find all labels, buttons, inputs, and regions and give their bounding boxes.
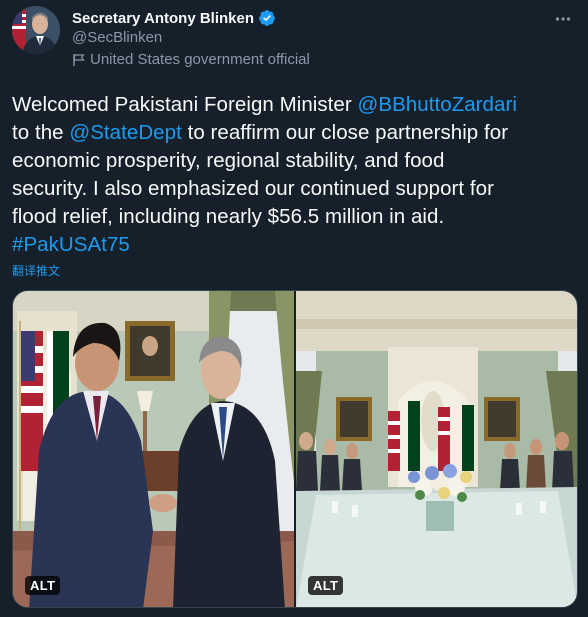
tweet-text-segment: to the bbox=[12, 121, 70, 144]
hashtag-link[interactable]: #PakUSAt75 bbox=[12, 233, 130, 256]
author-avatar[interactable] bbox=[12, 6, 60, 54]
alt-text-badge-right[interactable]: ALT bbox=[308, 576, 344, 595]
tweet-text-line: to the @StateDept to reaffirm our close … bbox=[12, 119, 578, 147]
tweet-text-segment: flood relief, including nearly $56.5 mil… bbox=[12, 205, 445, 228]
tweet-text: Welcomed Pakistani Foreign Minister @BBh… bbox=[12, 91, 578, 259]
photo-handshake[interactable]: ALT bbox=[13, 291, 294, 607]
tweet-text-segment: to reaffirm our close partnership for bbox=[181, 121, 509, 144]
tweet-text-segment: economic prosperity, regional stability,… bbox=[12, 149, 445, 172]
government-label-text: United States government official bbox=[90, 51, 310, 68]
tweet-text-line: #PakUSAt75 bbox=[12, 231, 578, 259]
tweet-text-line: security. I also emphasized our continue… bbox=[12, 175, 578, 203]
mention-link[interactable]: @StateDept bbox=[69, 121, 181, 144]
government-label: United States government official bbox=[72, 51, 310, 68]
author-name-row[interactable]: Secretary Antony Blinken bbox=[72, 7, 276, 29]
tweet-text-segment: security. I also emphasized our continue… bbox=[12, 177, 494, 200]
flag-icon bbox=[73, 53, 85, 66]
author-display-name[interactable]: Secretary Antony Blinken bbox=[72, 10, 254, 27]
mention-link[interactable]: @BBhuttoZardari bbox=[358, 93, 517, 116]
verified-badge-icon bbox=[259, 10, 275, 26]
tweet-text-line: Welcomed Pakistani Foreign Minister @BBh… bbox=[12, 91, 578, 119]
tweet-text-segment: Welcomed Pakistani Foreign Minister bbox=[12, 93, 358, 116]
author-handle[interactable]: @SecBlinken bbox=[72, 29, 162, 46]
more-options-button[interactable] bbox=[550, 6, 576, 32]
alt-text-badge-left[interactable]: ALT bbox=[25, 576, 61, 595]
photo-meeting[interactable]: ALT bbox=[296, 291, 577, 607]
media-grid: ALT ALT bbox=[12, 290, 578, 608]
translate-tweet-link[interactable]: 翻译推文 bbox=[12, 262, 60, 279]
tweet[interactable]: Secretary Antony Blinken @SecBlinken Uni… bbox=[0, 0, 588, 617]
tweet-text-line: economic prosperity, regional stability,… bbox=[12, 147, 578, 175]
more-icon bbox=[555, 17, 571, 21]
tweet-text-line: flood relief, including nearly $56.5 mil… bbox=[12, 203, 578, 231]
